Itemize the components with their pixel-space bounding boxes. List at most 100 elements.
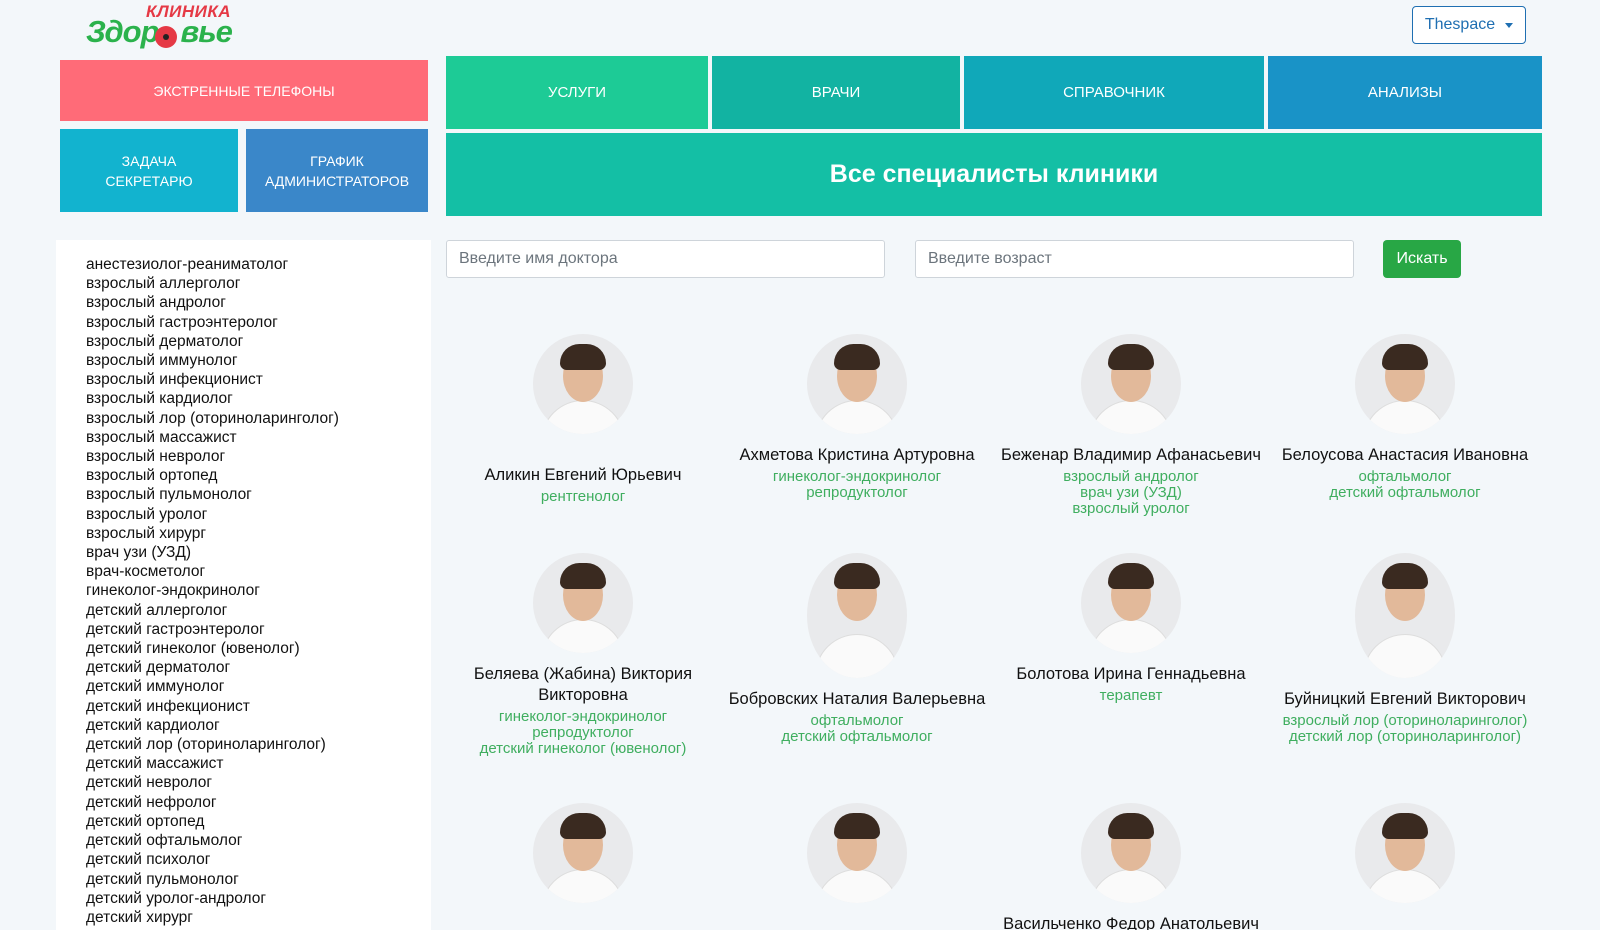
specialty-item[interactable]: взрослый массажист [86,428,431,447]
specialty-item[interactable]: детский кардиолог [86,716,431,735]
doctor-photo[interactable] [533,334,633,434]
doctor-name[interactable]: Буйницкий Евгений Викторович [1268,689,1542,710]
doctor-photo[interactable] [1081,553,1181,653]
specialty-item[interactable]: детский хирург [86,908,431,927]
nav-services-label: УСЛУГИ [547,83,607,101]
page-title: Все специалисты клиники [829,160,1159,188]
specialty-item[interactable]: детский ортопед [86,812,431,831]
doctor-photo[interactable] [1355,553,1455,678]
doctor-photo[interactable] [533,553,633,653]
doctor-card[interactable]: Беженар Владимир Афанасьевич взрослый анд… [994,334,1268,517]
search-button[interactable]: Искать [1383,240,1461,278]
specialty-item[interactable]: детский массажист [86,754,431,773]
secretary-task-button[interactable]: ЗАДАЧА СЕКРЕТАРЮ [60,129,238,212]
doctor-specialty: детский офтальмолог [781,728,933,745]
doctor-photo[interactable] [807,803,907,903]
nav-reference[interactable]: СПРАВОЧНИК [964,56,1264,129]
specialty-item[interactable]: взрослый ортопед [86,466,431,485]
doctor-photo[interactable] [1081,334,1181,434]
poppy-flower-icon [155,26,177,48]
doctor-photo[interactable] [1081,803,1181,903]
doctor-photo[interactable] [1355,334,1455,434]
specialty-item[interactable]: взрослый лор (оториноларинголог) [86,409,431,428]
doctor-specialty: детский офтальмолог [1329,484,1481,501]
specialty-item[interactable]: взрослый иммунолог [86,351,431,370]
specialty-item[interactable]: детский уролог-андролог [86,889,431,908]
specialty-item[interactable]: детский гинеколог (ювенолог) [86,639,431,658]
doctor-card[interactable]: Аликин Евгений Юрьевич рентгенолог [446,334,720,505]
doctor-card[interactable] [446,803,720,903]
specialty-item[interactable]: врач-косметолог [86,562,431,581]
doctor-name[interactable]: Беженар Владимир Афанасьевич [994,445,1268,466]
specialty-item[interactable]: взрослый инфекционист [86,370,431,389]
doctor-specialty: рентгенолог [540,488,626,505]
specialty-item[interactable]: детский нефролог [86,793,431,812]
nav-services[interactable]: УСЛУГИ [446,56,708,129]
specialty-item[interactable]: детский невролог [86,773,431,792]
doctor-card[interactable] [1268,803,1542,903]
doctor-photo[interactable] [807,553,907,678]
admin-schedule-label: ГРАФИК АДМИНИСТРАТОРОВ [264,152,410,189]
specialty-item[interactable]: детский психолог [86,850,431,869]
specialty-item[interactable]: анестезиолог-реаниматолог [86,255,431,274]
doctor-specialty: взрослый андролог [1063,468,1199,485]
doctor-photo[interactable] [807,334,907,434]
specialty-item[interactable]: взрослый хирург [86,524,431,543]
doctor-name[interactable]: Белоусова Анастасия Ивановна [1268,445,1542,466]
nav-reference-label: СПРАВОЧНИК [1063,83,1165,101]
nav-tests-label: АНАЛИЗЫ [1367,83,1443,101]
doctor-specialty: офтальмолог [810,712,904,729]
specialty-item[interactable]: детский гастроэнтеролог [86,620,431,639]
doctor-name[interactable]: Аликин Евгений Юрьевич [446,465,720,486]
doctor-photo[interactable] [533,803,633,903]
doctor-specialty: репродуктолог [532,724,634,741]
nav-doctors[interactable]: ВРАЧИ [712,56,960,129]
doctor-specialty: детский лор (оториноларинголог) [1288,728,1522,745]
specialty-item[interactable]: детский лор (оториноларинголог) [86,735,431,754]
doctor-name[interactable]: Болотова Ирина Геннадьевна [994,664,1268,685]
specialty-item[interactable]: врач узи (УЗД) [86,543,431,562]
doctor-name[interactable]: Беляева (Жабина) Виктория Викторовна [446,664,720,706]
caret-down-icon [1505,22,1514,28]
specialty-item[interactable]: взрослый уролог [86,505,431,524]
doctor-card[interactable]: Беляева (Жабина) Виктория Викторовна гине… [446,553,720,757]
specialty-item[interactable]: детский аллерголог [86,601,431,620]
specialty-item[interactable]: взрослый кардиолог [86,389,431,408]
specialty-item[interactable]: детский инфекционист [86,697,431,716]
page-title-banner: Все специалисты клиники [446,133,1542,216]
clinic-logo[interactable]: КЛИНИКА Здор вье [86,2,236,50]
doctor-card[interactable]: Ахметова Кристина Артуровна гинеколог-энд… [720,334,994,501]
specialty-item[interactable]: взрослый дерматолог [86,332,431,351]
doctor-name[interactable]: Васильченко Федор Анатольевич [994,914,1268,930]
nav-tests[interactable]: АНАЛИЗЫ [1268,56,1542,129]
doctor-specialty: врач узи (УЗД) [1080,484,1182,501]
specialty-item[interactable]: взрослый аллерголог [86,274,431,293]
emergency-phones-button[interactable]: ЭКСТРЕННЫЕ ТЕЛЕФОНЫ [60,60,428,121]
doctor-name-input[interactable] [446,240,885,278]
doctor-card[interactable]: Бобровских Наталия Валерьевна офтальмолог… [720,553,994,745]
specialty-item[interactable]: детский иммунолог [86,677,431,696]
specialty-item[interactable]: взрослый гастроэнтеролог [86,313,431,332]
doctor-card[interactable] [720,803,994,903]
specialty-list: анестезиолог-реаниматолог взрослый аллерг… [56,240,431,930]
admin-schedule-button[interactable]: ГРАФИК АДМИНИСТРАТОРОВ [246,129,428,212]
doctor-card[interactable]: Болотова Ирина Геннадьевна терапевт [994,553,1268,704]
doctor-name[interactable]: Ахметова Кристина Артуровна [720,445,994,466]
specialty-item[interactable]: взрослый андролог [86,293,431,312]
emergency-phones-label: ЭКСТРЕННЫЕ ТЕЛЕФОНЫ [153,82,335,99]
doctor-card[interactable]: Белоусова Анастасия Ивановна офтальмолог д… [1268,334,1542,501]
specialty-item[interactable]: детский дерматолог [86,658,431,677]
doctor-photo[interactable] [1355,803,1455,903]
age-input[interactable] [915,240,1354,278]
doctor-card[interactable]: Васильченко Федор Анатольевич [994,803,1268,930]
specialty-item[interactable]: взрослый пульмонолог [86,485,431,504]
specialty-item[interactable]: детский офтальмолог [86,831,431,850]
doctor-name[interactable]: Бобровских Наталия Валерьевна [720,689,994,710]
specialty-item[interactable]: взрослый невролог [86,447,431,466]
doctor-card[interactable]: Буйницкий Евгений Викторович взрослый лор… [1268,553,1542,745]
user-name: Thespace [1424,16,1496,33]
specialty-item[interactable]: гинеколог-эндокринолог [86,581,431,600]
user-menu-button[interactable]: Thespace [1412,6,1526,44]
doctor-specialty: взрослый лор (оториноларинголог) [1282,712,1528,729]
specialty-item[interactable]: детский пульмонолог [86,870,431,889]
